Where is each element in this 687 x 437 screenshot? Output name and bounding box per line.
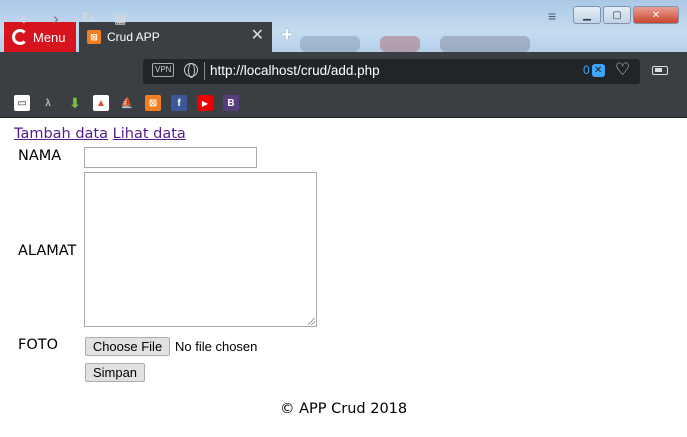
nama-input[interactable] bbox=[84, 147, 257, 168]
footer-copyright: © APP Crud 2018 bbox=[280, 401, 408, 417]
bookmark-fire-icon[interactable]: ▲ bbox=[93, 95, 109, 111]
view-data-link[interactable]: Lihat data bbox=[113, 126, 186, 142]
adblock-indicator[interactable]: 0 ✕ bbox=[583, 63, 605, 77]
adblock-icon: ✕ bbox=[591, 63, 605, 77]
opera-logo-icon bbox=[12, 29, 28, 45]
speed-dial-icon[interactable]: ▦ bbox=[114, 9, 126, 29]
opera-menu-button[interactable]: Menu bbox=[4, 22, 76, 52]
nama-label: NAMA bbox=[18, 148, 62, 164]
new-tab-icon[interactable]: + bbox=[281, 25, 297, 45]
page-content: Tambah data Lihat data NAMA ALAMAT FOTO … bbox=[0, 118, 687, 437]
maximize-icon[interactable]: ▢ bbox=[603, 6, 631, 24]
bookmark-heart-icon[interactable]: ♡ bbox=[615, 60, 630, 80]
tab-crud-app[interactable]: ⊠ Crud APP ✕ bbox=[79, 22, 272, 52]
file-status-text: No file chosen bbox=[175, 339, 258, 354]
choose-file-button[interactable]: Choose File bbox=[85, 337, 170, 356]
bookmark-sails-icon[interactable]: ⛵ bbox=[119, 95, 135, 111]
close-window-icon[interactable]: ✕ bbox=[633, 6, 679, 24]
url-host: localhost bbox=[243, 63, 298, 78]
tab-title: Crud APP bbox=[107, 30, 160, 44]
minimize-icon[interactable]: ▁ bbox=[573, 6, 601, 24]
bookmark-xampp-icon[interactable]: ⊠ bbox=[145, 95, 161, 111]
tab-close-icon[interactable]: ✕ bbox=[251, 28, 264, 44]
page-nav: Tambah data Lihat data bbox=[14, 126, 186, 142]
bookmark-bootstrap-icon[interactable]: B bbox=[223, 95, 239, 111]
resize-handle-icon[interactable] bbox=[308, 318, 315, 325]
alamat-textarea[interactable] bbox=[84, 172, 317, 327]
tab-menu-icon[interactable]: ≡ bbox=[548, 8, 556, 24]
bookmark-download-icon[interactable]: ⬇ bbox=[67, 95, 83, 111]
menu-label: Menu bbox=[33, 29, 66, 45]
bookmark-terminal-icon[interactable]: ▭ bbox=[14, 95, 30, 111]
bookmark-youtube-icon[interactable]: ▶ bbox=[197, 95, 213, 111]
submit-button[interactable]: Simpan bbox=[85, 363, 145, 382]
vpn-badge[interactable]: VPN bbox=[152, 63, 175, 77]
foto-label: FOTO bbox=[18, 337, 59, 353]
adblock-count: 0 bbox=[583, 63, 590, 77]
back-icon[interactable]: ‹ bbox=[20, 9, 26, 29]
url-path: /crud/add.php bbox=[297, 63, 380, 78]
globe-icon bbox=[184, 63, 198, 78]
battery-saver-icon[interactable] bbox=[652, 66, 668, 75]
forward-icon[interactable]: › bbox=[53, 9, 59, 29]
add-data-link[interactable]: Tambah data bbox=[14, 126, 108, 142]
url-text[interactable]: http://localhost/crud/add.php bbox=[210, 63, 380, 78]
bookmark-facebook-icon[interactable]: f bbox=[171, 95, 187, 111]
reload-icon[interactable]: ↻ bbox=[81, 9, 94, 29]
xampp-favicon-icon: ⊠ bbox=[87, 30, 101, 44]
address-separator bbox=[204, 62, 205, 80]
url-prefix: http:// bbox=[210, 63, 244, 78]
alamat-label: ALAMAT bbox=[18, 243, 77, 259]
bookmark-lambda-icon[interactable]: λ bbox=[40, 95, 56, 111]
